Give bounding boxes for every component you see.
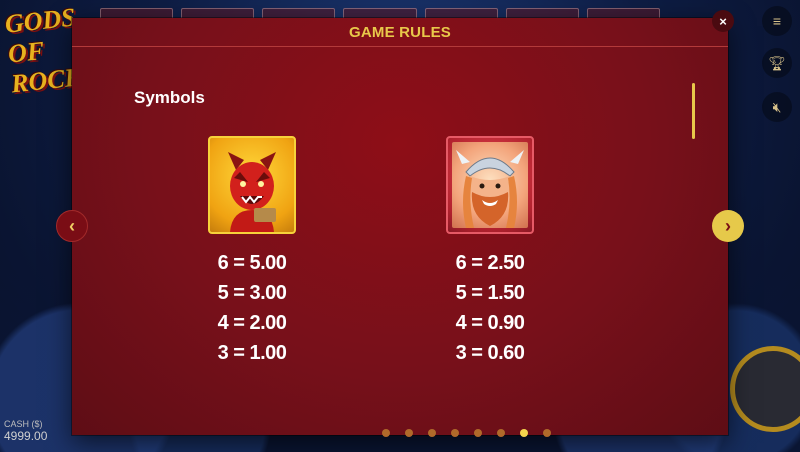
pagination-dot[interactable]	[405, 429, 413, 437]
menu-icon[interactable]: ≡	[762, 6, 792, 36]
pagination-dot[interactable]	[474, 429, 482, 437]
payout-line: 5 = 1.50	[455, 282, 525, 304]
pagination-dot-active[interactable]	[520, 429, 528, 437]
cash-display: CASH ($) 4999.00	[4, 418, 68, 448]
close-button[interactable]: ×	[712, 10, 734, 32]
payout-line: 3 = 1.00	[217, 342, 287, 364]
pagination-dot[interactable]	[382, 429, 390, 437]
modal-title: GAME RULES	[348, 23, 451, 41]
close-icon: ×	[719, 13, 727, 29]
payout-line: 4 = 0.90	[455, 312, 525, 334]
viking-icon	[446, 136, 534, 234]
modal-header: GAME RULES	[72, 18, 728, 46]
viking-portrait	[452, 142, 528, 228]
payout-line: 6 = 2.50	[455, 252, 525, 274]
payout-line: 5 = 3.00	[217, 282, 287, 304]
trophy-icon[interactable]: 🏆︎	[762, 48, 792, 78]
devil-payouts: 6 = 5.00 5 = 3.00 4 = 2.00 3 = 1.00	[218, 248, 287, 368]
pagination-dot[interactable]	[543, 429, 551, 437]
pagination-dot[interactable]	[428, 429, 436, 437]
pagination-dot[interactable]	[497, 429, 505, 437]
pagination-dot[interactable]	[451, 429, 459, 437]
chevron-left-icon: ‹	[69, 215, 75, 236]
payout-line: 6 = 5.00	[217, 252, 287, 274]
game-rules-modal: GAME RULES Symbols 6 = 5.00 5 = 3.00 4 =…	[72, 18, 728, 437]
thor-payouts: 6 = 2.50 5 = 1.50 4 = 0.90 3 = 0.60	[456, 248, 525, 368]
payout-line: 3 = 0.60	[455, 342, 525, 364]
next-page-button[interactable]: ›	[712, 210, 744, 242]
previous-page-button[interactable]: ‹	[56, 210, 88, 242]
scrollbar-thumb[interactable]	[692, 83, 695, 139]
payout-line: 4 = 2.00	[217, 312, 287, 334]
chevron-right-icon: ›	[725, 215, 731, 236]
cash-value: 4999.00	[4, 429, 48, 443]
mute-icon[interactable]: 🔇︎	[762, 92, 792, 122]
symbol-devil: 6 = 5.00 5 = 3.00 4 = 2.00 3 = 1.00	[187, 136, 317, 368]
devil-icon	[208, 136, 296, 234]
symbol-thor: 6 = 2.50 5 = 1.50 4 = 0.90 3 = 0.60	[425, 136, 555, 368]
pagination-dots	[382, 429, 551, 437]
section-heading: Symbols	[134, 88, 205, 107]
game-logo: GODS OF ROCK	[3, 2, 84, 99]
header-divider	[72, 46, 728, 47]
